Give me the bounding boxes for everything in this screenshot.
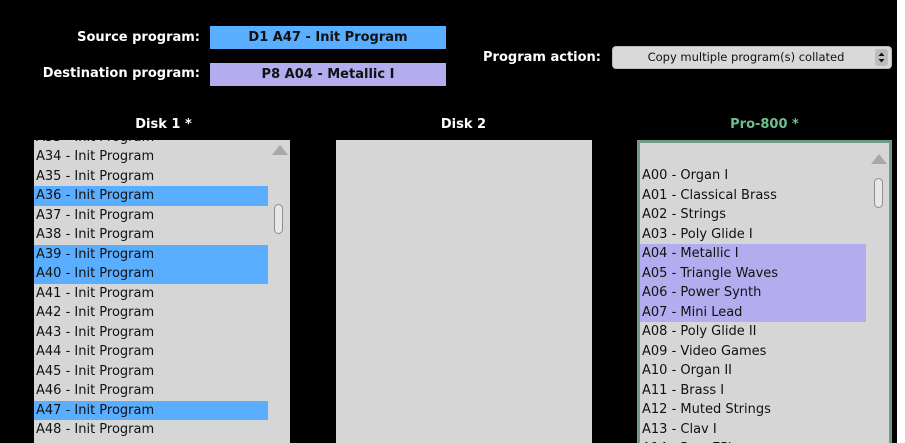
- list-item[interactable]: A42 - Init Program: [34, 303, 268, 323]
- list-item[interactable]: A03 - Poly Glide I: [640, 225, 866, 245]
- list-item[interactable]: A43 - Init Program: [34, 323, 268, 343]
- disk2-program-list[interactable]: [336, 140, 592, 443]
- list-item[interactable]: A07 - Mini Lead: [640, 302, 866, 322]
- list-item[interactable]: A34 - Init Program: [34, 147, 268, 167]
- scrollbar-thumb[interactable]: [274, 204, 283, 234]
- list-item[interactable]: A47 - Init Program: [34, 400, 268, 420]
- scrollbar-thumb[interactable]: [874, 178, 883, 208]
- list-item[interactable]: A04 - Metallic I: [640, 244, 866, 264]
- list-item[interactable]: A13 - Clav I: [640, 420, 866, 440]
- list-item[interactable]: A01 - Classical Brass: [640, 186, 866, 206]
- list-item[interactable]: A45 - Init Program: [34, 362, 268, 382]
- program-manager-window: Source program: D1 A47 - Init Program De…: [0, 0, 897, 443]
- list-item[interactable]: A48 - Init Program: [34, 420, 268, 440]
- list-item[interactable]: A38 - Init Program: [34, 225, 268, 245]
- pro800-program-list[interactable]: A14 - Perc EPianoA13 - Clav IA12 - Muted…: [637, 140, 892, 443]
- list-item[interactable]: A40 - Init Program: [34, 264, 268, 284]
- program-action-value: Copy multiple program(s) collated: [647, 50, 845, 64]
- pro800-title: Pro-800 *: [730, 117, 799, 132]
- list-item[interactable]: A39 - Init Program: [34, 244, 268, 264]
- destination-program-label: Destination program:: [42, 66, 200, 81]
- list-item[interactable]: A44 - Init Program: [34, 342, 268, 362]
- list-item[interactable]: A00 - Organ I: [640, 166, 866, 186]
- list-item-partial[interactable]: A33 - Init Program: [34, 140, 270, 148]
- disk1-title: Disk 1 *: [135, 117, 192, 132]
- select-arrows-icon: [875, 49, 888, 66]
- list-item[interactable]: A36 - Init Program: [34, 186, 268, 206]
- list-item[interactable]: A09 - Video Games: [640, 342, 866, 362]
- list-item[interactable]: A35 - Init Program: [34, 167, 268, 187]
- source-program-label: Source program:: [77, 30, 200, 45]
- disk2-title: Disk 2: [440, 117, 487, 132]
- list-item[interactable]: A46 - Init Program: [34, 381, 268, 401]
- destination-program-field[interactable]: P8 A04 - Metallic I: [210, 63, 446, 86]
- scroll-up-arrow-icon[interactable]: [272, 145, 288, 155]
- program-action-select[interactable]: Copy multiple program(s) collated: [612, 46, 892, 69]
- list-item[interactable]: A10 - Organ II: [640, 361, 866, 381]
- scroll-up-arrow-icon[interactable]: [871, 154, 887, 164]
- list-item[interactable]: A12 - Muted Strings: [640, 400, 866, 420]
- list-item[interactable]: A41 - Init Program: [34, 284, 268, 304]
- list-item[interactable]: A14 - Perc EPiano: [640, 439, 866, 443]
- source-program-field[interactable]: D1 A47 - Init Program: [210, 26, 446, 49]
- list-item[interactable]: A08 - Poly Glide II: [640, 322, 866, 342]
- list-item[interactable]: A05 - Triangle Waves: [640, 263, 866, 283]
- list-item[interactable]: A06 - Power Synth: [640, 283, 866, 303]
- list-item[interactable]: A02 - Strings: [640, 205, 866, 225]
- program-action-label: Program action:: [483, 50, 601, 65]
- disk1-program-list[interactable]: A48 - Init Program A47 - Init Program A46 …: [34, 140, 290, 443]
- list-item[interactable]: A11 - Brass I: [640, 381, 866, 401]
- list-item[interactable]: A37 - Init Program: [34, 206, 268, 226]
